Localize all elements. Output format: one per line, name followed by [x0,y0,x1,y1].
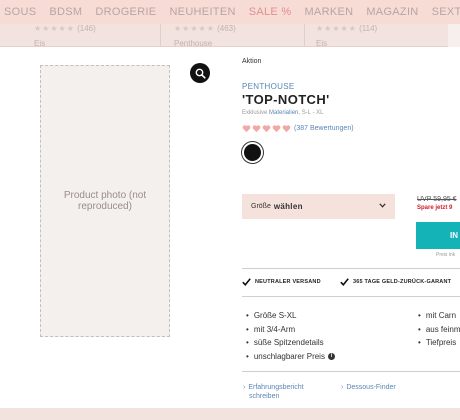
feature-item: mit 3/4-Arm [246,323,335,337]
feature-item: unschlagbarer Preisi [246,350,335,364]
background-bottom-strip [0,408,460,420]
background-card: ★★★★★ (463) Penthouse [174,24,236,48]
brand-name[interactable]: PENTHOUSE [242,82,295,91]
background-card: ★★★★★ (146) Eis [34,24,96,48]
nav-item: BDSM [49,6,83,18]
background-card: ★★★★★ (114) Eis [316,24,378,48]
savings-text: Spare jetzt 9 [417,205,453,211]
check-icon [242,278,251,286]
benefit-shipping: NEUTRALER VERSAND [242,278,321,286]
size-select[interactable]: Größe wählen [242,194,395,219]
nav-item: SEXTIPPS [431,6,460,18]
info-icon[interactable]: i [327,352,335,360]
chevron-down-icon [379,203,386,208]
feature-item: aus feinm [418,323,460,337]
feature-item: Größe S-XL [246,309,335,323]
magnifier-icon [195,68,206,79]
chevron-right-icon: › [341,384,344,391]
check-icon [340,278,349,286]
reviews-link[interactable]: (387 Bewertungen) [294,125,354,132]
dessous-finder-link[interactable]: › Dessous-Finder [341,383,396,392]
heart-icon [272,125,281,133]
add-to-cart-button[interactable]: IN [416,222,460,249]
nav-item: MAGAZIN [366,6,419,18]
nav-item: DROGERIE [95,6,157,18]
nav-item-sale: SALE % [248,6,292,18]
heart-icon [282,125,291,133]
divider [242,371,460,372]
background-divider [304,24,305,47]
nav-item: SOUS [4,6,37,18]
heart-icon [242,125,251,133]
product-quickview: Product photo (not reproduced) Aktion PE… [0,47,460,408]
materials-link[interactable]: Materialien [269,110,298,116]
chevron-right-icon: › [243,384,246,391]
promo-badge: Aktion [242,58,262,65]
background-divider [160,24,161,47]
zoom-button[interactable] [190,63,210,83]
feature-item: Tiefpreis [418,336,460,350]
benefit-guarantee: 365 TAGE GELD-ZURÜCK-GARANT [340,278,451,286]
divider [242,296,460,297]
product-tagline: Exklusive Materialien, S-L - XL [242,110,324,116]
product-title: 'TOP-NOTCH' [242,92,330,107]
uvp-price: UVP 59,95 € [417,196,457,203]
heart-icon [252,125,261,133]
heart-icon [262,125,271,133]
nav-item: NEUHEITEN [169,6,236,18]
divider [242,268,460,269]
rating: (387 Bewertungen) [242,124,354,133]
background-nav: SOUS BDSM DROGERIE NEUHEITEN SALE % MARK… [0,0,460,24]
feature-item: süße Spitzendetails [246,336,335,350]
product-image: Product photo (not reproduced) [40,65,170,337]
color-swatch-black[interactable] [242,142,263,163]
heart-rating [242,124,291,133]
feature-list-left: Größe S-XL mit 3/4-Arm süße Spitzendetai… [246,309,335,363]
page: SOUS BDSM DROGERIE NEUHEITEN SALE % MARK… [0,0,460,420]
feature-list-right: mit Carn aus feinm Tiefpreis [418,309,460,350]
write-review-link[interactable]: › Erfahrungsbericht schreiben [243,383,304,401]
feature-item: mit Carn [418,309,460,323]
background-product-strip: ★★★★★ (146) Eis ★★★★★ (463) Penthouse ★★… [0,24,460,48]
nav-item: MARKEN [304,6,354,18]
price-note: Preis ink [436,252,456,258]
